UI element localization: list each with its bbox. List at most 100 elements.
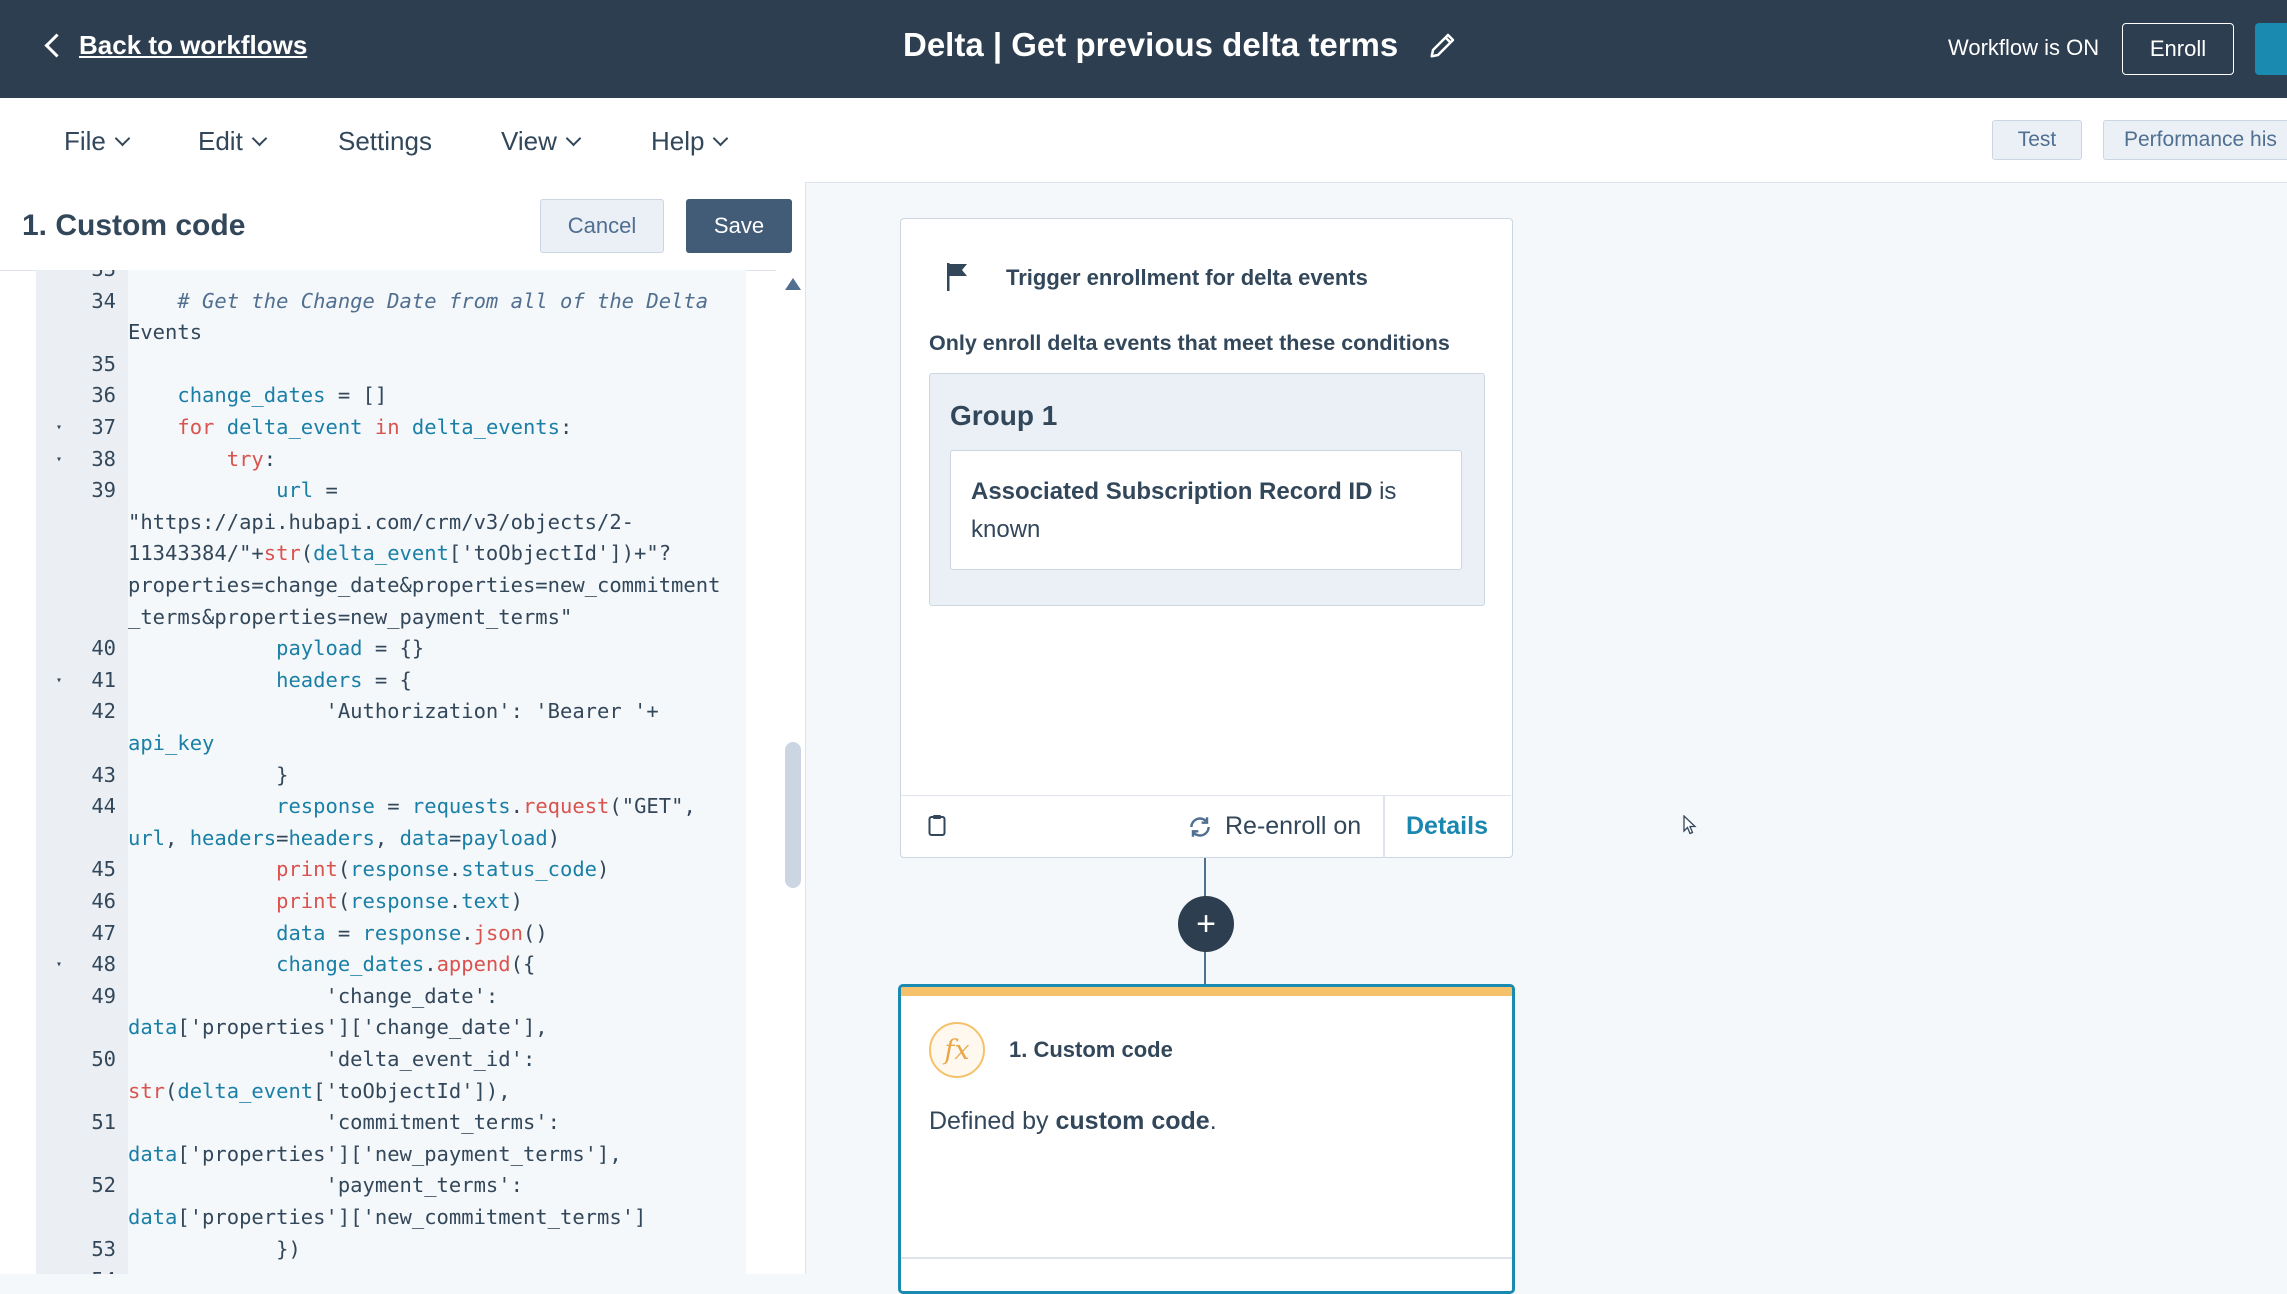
condition-operator: is bbox=[1379, 478, 1397, 505]
action-footer-divider bbox=[901, 1257, 1512, 1259]
editor-scrollbar-thumb[interactable] bbox=[785, 742, 801, 888]
save-button[interactable]: Save bbox=[686, 199, 792, 253]
action-description: Defined by custom code. bbox=[929, 1107, 1217, 1136]
code-line: 34 # Get the Change Date from all of the… bbox=[36, 286, 746, 318]
line-number: 38 bbox=[91, 446, 116, 471]
clipboard-icon[interactable] bbox=[928, 814, 946, 836]
fx-icon: fx bbox=[929, 1022, 985, 1078]
code-line: api_key bbox=[36, 728, 746, 760]
trigger-title: Trigger enrollment for delta events bbox=[1006, 265, 1368, 290]
action-title: 1. Custom code bbox=[1009, 1037, 1173, 1062]
menu-settings[interactable]: Settings bbox=[338, 126, 432, 157]
code-line: 51 'commitment_terms': bbox=[36, 1107, 746, 1139]
condition-value: known bbox=[971, 516, 1041, 543]
code-line: 42 'Authorization': 'Bearer '+ bbox=[36, 696, 746, 728]
code-text: 'commitment_terms': bbox=[128, 1110, 560, 1135]
fold-arrow-icon[interactable]: ▾ bbox=[56, 949, 62, 981]
code-line: 44 response = requests.request("GET", bbox=[36, 791, 746, 823]
line-number: 48 bbox=[91, 952, 116, 977]
group-title: Group 1 bbox=[950, 400, 1058, 431]
trigger-card[interactable]: Trigger enrollment for delta events Only… bbox=[900, 218, 1513, 858]
line-number: 35 bbox=[91, 351, 116, 376]
code-text: Events bbox=[128, 320, 203, 345]
reenroll-label: Re-enroll on bbox=[1225, 812, 1362, 840]
code-text: print(response.status_code) bbox=[276, 857, 610, 882]
code-text: url, headers=headers, data=payload) bbox=[128, 825, 561, 850]
code-line: 45 print(response.status_code) bbox=[36, 854, 746, 886]
menu-file[interactable]: File bbox=[64, 126, 131, 157]
line-number: 36 bbox=[91, 383, 116, 408]
code-text: 'Authorization': 'Bearer '+ bbox=[128, 699, 659, 724]
flag-icon bbox=[947, 263, 967, 291]
action-desc-bold: custom code bbox=[1055, 1107, 1210, 1135]
footer-divider bbox=[1383, 796, 1385, 858]
code-text: "https://api.hubapi.com/crm/v3/objects/2… bbox=[128, 509, 635, 534]
line-number: 39 bbox=[91, 478, 116, 503]
add-action-button[interactable]: + bbox=[1178, 896, 1234, 952]
code-text: change_dates.append({ bbox=[276, 952, 536, 977]
code-line: url, headers=headers, data=payload) bbox=[36, 823, 746, 855]
condition-property: Associated Subscription Record ID bbox=[971, 478, 1373, 505]
code-text: # Get the Change Date from all of the De… bbox=[128, 288, 709, 313]
menu-help-label: Help bbox=[651, 126, 705, 156]
code-text: properties=change_date&properties=new_co… bbox=[128, 573, 721, 597]
code-text: 11343384/"+str(delta_event['toObjectId']… bbox=[128, 541, 672, 566]
back-to-workflows-link[interactable]: Back to workflows bbox=[40, 30, 307, 61]
back-label: Back to workflows bbox=[79, 30, 308, 60]
menu-edit-label: Edit bbox=[198, 126, 243, 156]
menu-view[interactable]: View bbox=[501, 126, 582, 157]
enroll-button[interactable]: Enroll bbox=[2122, 23, 2234, 75]
code-line: 39 url = bbox=[36, 475, 746, 507]
scroll-up-arrow-icon[interactable] bbox=[785, 278, 801, 290]
custom-code-action-card[interactable]: fx 1. Custom code Defined by custom code… bbox=[898, 984, 1515, 1294]
performance-history-button[interactable]: Performance his bbox=[2103, 120, 2287, 160]
code-text: response = requests.request("GET", bbox=[276, 794, 696, 819]
chevron-left-icon bbox=[44, 33, 69, 58]
review-button[interactable] bbox=[2255, 23, 2287, 75]
code-line: 54 bbox=[36, 1265, 746, 1274]
line-number: 44 bbox=[91, 794, 116, 819]
code-line: 38 ▾ try: bbox=[36, 444, 746, 476]
code-line: 41 ▾ headers = { bbox=[36, 665, 746, 697]
menu-edit[interactable]: Edit bbox=[198, 126, 268, 157]
code-editor[interactable]: 3334 # Get the Change Date from all of t… bbox=[36, 270, 746, 1274]
menu-help[interactable]: Help bbox=[651, 126, 729, 157]
code-text: url = bbox=[276, 478, 338, 503]
code-text: try: bbox=[226, 446, 277, 471]
code-text: change_dates = [] bbox=[177, 383, 388, 408]
cancel-button[interactable]: Cancel bbox=[540, 199, 664, 253]
chevron-down-icon bbox=[713, 130, 729, 147]
line-number: 52 bbox=[91, 1173, 116, 1198]
pencil-icon[interactable] bbox=[1428, 30, 1458, 60]
code-line: 11343384/"+str(delta_event['toObjectId']… bbox=[36, 538, 746, 570]
code-line: 50 'delta_event_id': bbox=[36, 1044, 746, 1076]
code-text: str(delta_event['toObjectId']), bbox=[128, 1078, 511, 1103]
panel-title: 1. Custom code bbox=[22, 209, 246, 242]
fold-arrow-icon[interactable]: ▾ bbox=[56, 444, 62, 476]
line-number: 54 bbox=[36, 1265, 116, 1274]
line-number: 50 bbox=[91, 1047, 116, 1071]
test-button[interactable]: Test bbox=[1992, 120, 2082, 160]
code-line: str(delta_event['toObjectId']), bbox=[36, 1076, 746, 1108]
line-number: 42 bbox=[91, 699, 116, 724]
line-number: 45 bbox=[91, 857, 116, 882]
code-text: 'change_date': bbox=[128, 983, 499, 1008]
code-line: 43 } bbox=[36, 760, 746, 792]
menu-bar: File Edit Settings View Help Test Perfor… bbox=[0, 98, 2287, 183]
fold-arrow-icon[interactable]: ▾ bbox=[56, 665, 62, 697]
code-line: 49 'change_date': bbox=[36, 981, 746, 1013]
code-line: 40 payload = {} bbox=[36, 633, 746, 665]
panel-header: 1. Custom code Cancel Save bbox=[0, 182, 805, 271]
details-link[interactable]: Details bbox=[1406, 812, 1488, 841]
code-line: 46 print(response.text) bbox=[36, 886, 746, 918]
code-line: 53 }) bbox=[36, 1234, 746, 1266]
reenroll-toggle[interactable]: Re-enroll on bbox=[1187, 812, 1361, 841]
code-line: "https://api.hubapi.com/crm/v3/objects/2… bbox=[36, 507, 746, 539]
line-number: 43 bbox=[91, 762, 116, 787]
condition-filter[interactable]: Associated Subscription Record ID is kno… bbox=[950, 450, 1462, 570]
code-line: 52 'payment_terms': bbox=[36, 1170, 746, 1202]
fold-arrow-icon[interactable]: ▾ bbox=[56, 412, 62, 444]
line-number: 34 bbox=[91, 288, 116, 313]
line-number: 47 bbox=[91, 920, 116, 945]
chevron-down-icon bbox=[114, 130, 131, 147]
